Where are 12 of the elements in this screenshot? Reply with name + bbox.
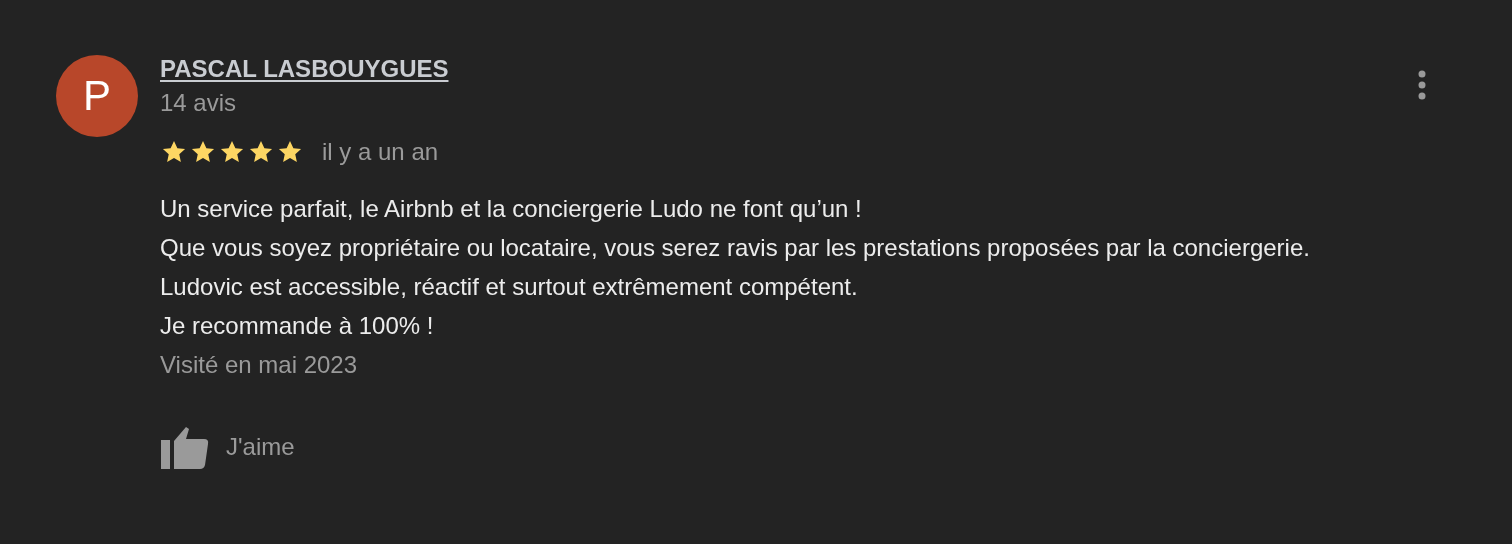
- thumbs-up-icon: [160, 424, 210, 470]
- like-button[interactable]: J'aime: [160, 424, 295, 470]
- visit-date: Visité en mai 2023: [160, 350, 358, 380]
- review-text: Ludovic est accessible, réactif et surtout extrêmement compétent.: [160, 272, 859, 302]
- author-name-link[interactable]: PASCAL LASBOUYGUES: [160, 55, 449, 83]
- review-count: 14 avis: [160, 88, 238, 118]
- more-options-icon[interactable]: [1416, 70, 1428, 102]
- review-text: Que vous soyez propriétaire ou locataire, vous serez ravis par les prestations proposées par la conciergerie.: [160, 233, 1311, 263]
- review-text: Un service parfait, le Airbnb et la conciergerie Ludo ne font qu’un !: [160, 194, 863, 224]
- review-date: il y a un an: [322, 138, 439, 166]
- avatar[interactable]: P: [56, 55, 138, 137]
- review-text: Je recommande à 100% !: [160, 311, 435, 341]
